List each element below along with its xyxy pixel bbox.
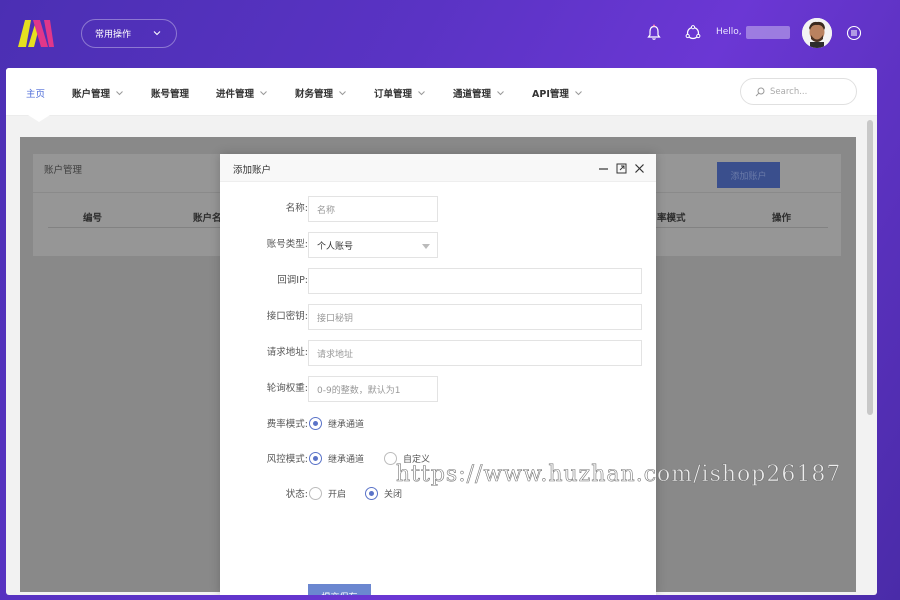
weight-label: 轮询权重: xyxy=(266,383,308,394)
column-header-id: 编号 xyxy=(83,213,103,224)
radio-label: 关闭 xyxy=(384,490,403,500)
main-card: 主页 账户管理 账号管理 进件管理 财务管理 订单管理 通道管理 API管理 S… xyxy=(6,68,877,595)
avatar-image xyxy=(802,18,832,48)
risk-mode-label: 风控模式: xyxy=(266,454,308,465)
page-scrollbar[interactable] xyxy=(867,120,873,415)
panel-title: 账户管理 xyxy=(44,165,83,176)
request-url-placeholder: 请求地址 xyxy=(317,349,354,360)
minimize-icon[interactable] xyxy=(598,163,609,174)
search-icon xyxy=(755,87,765,96)
radio-checked-icon xyxy=(365,487,378,500)
search-input[interactable]: Search... xyxy=(740,78,857,105)
nav-item-label: 账号管理 xyxy=(151,89,190,100)
chevron-down-icon xyxy=(153,31,161,36)
column-header-actions: 操作 xyxy=(772,213,792,224)
radio-label: 继承通道 xyxy=(328,420,365,430)
menu-icon[interactable] xyxy=(846,25,862,41)
name-placeholder: 名称 xyxy=(317,205,336,216)
api-secret-placeholder: 接口秘钥 xyxy=(317,313,354,324)
chevron-down-icon xyxy=(260,90,267,95)
callback-ip-input[interactable] xyxy=(308,268,642,294)
add-account-dialog: 添加账户 名称: 名称 账号类型: 个人账号 回调IP: 接口密钥: 接口秘钥 … xyxy=(220,154,656,595)
nav-item-label: API管理 xyxy=(532,89,569,100)
column-header-rate-mode: 率模式 xyxy=(657,213,686,224)
radio-checked-icon xyxy=(309,452,322,465)
name-label: 名称: xyxy=(285,203,308,214)
api-secret-label: 接口密钥: xyxy=(266,311,308,322)
nav-item-order-mgmt[interactable]: 订单管理 xyxy=(374,86,425,100)
nav-item-label: 进件管理 xyxy=(216,89,255,100)
request-url-input[interactable]: 请求地址 xyxy=(308,340,642,366)
rate-mode-inherit-radio[interactable]: 继承通道 xyxy=(309,417,364,430)
account-type-value: 个人账号 xyxy=(317,241,354,252)
nav-item-label: 订单管理 xyxy=(374,89,413,100)
greeting-text: Hello, xyxy=(716,27,742,37)
chevron-down-icon xyxy=(339,90,346,95)
nav-item-home[interactable]: 主页 xyxy=(26,86,45,100)
status-on-radio[interactable]: 开启 xyxy=(309,487,346,500)
weight-placeholder: 0-9的整数，默认为1 xyxy=(317,385,401,396)
api-secret-input[interactable]: 接口秘钥 xyxy=(308,304,642,330)
nav-item-channel-mgmt[interactable]: 通道管理 xyxy=(453,86,504,100)
bell-icon[interactable] xyxy=(645,24,663,42)
nav-item-number-mgmt[interactable]: 账号管理 xyxy=(151,86,189,100)
account-type-label: 账号类型: xyxy=(266,239,308,250)
weight-input[interactable]: 0-9的整数，默认为1 xyxy=(308,376,438,402)
nav-item-account-mgmt[interactable]: 账户管理 xyxy=(72,86,123,100)
risk-mode-inherit-radio[interactable]: 继承通道 xyxy=(309,452,364,465)
radio-label: 继承通道 xyxy=(328,455,365,465)
radio-checked-icon xyxy=(309,417,322,430)
request-url-label: 请求地址: xyxy=(266,347,308,358)
chat-icon[interactable] xyxy=(684,24,702,42)
nav-item-api-mgmt[interactable]: API管理 xyxy=(532,86,582,100)
account-type-select[interactable]: 个人账号 xyxy=(308,232,438,258)
brand-logo[interactable] xyxy=(18,20,54,47)
dialog-title: 添加账户 xyxy=(233,165,272,176)
nav-item-label: 财务管理 xyxy=(295,89,334,100)
column-header-account-name: 账户名 xyxy=(193,213,222,224)
callback-ip-label: 回调IP: xyxy=(277,275,308,286)
maximize-icon[interactable] xyxy=(616,163,627,174)
chevron-down-icon xyxy=(497,90,504,95)
nav-item-label: 通道管理 xyxy=(453,89,492,100)
quick-actions-dropdown[interactable]: 常用操作 xyxy=(81,19,177,48)
chevron-down-icon xyxy=(418,90,425,95)
active-nav-pointer xyxy=(28,115,50,122)
quick-actions-label: 常用操作 xyxy=(95,30,132,40)
rate-mode-label: 费率模式: xyxy=(266,419,308,430)
chevron-down-icon xyxy=(116,90,123,95)
close-icon[interactable] xyxy=(634,163,645,174)
main-nav: 主页 账户管理 账号管理 进件管理 财务管理 订单管理 通道管理 API管理 S… xyxy=(6,68,877,116)
add-account-button[interactable]: 添加账户 xyxy=(717,162,780,188)
dropdown-arrow-icon xyxy=(422,244,430,249)
submit-save-button[interactable]: 提交保存 xyxy=(308,584,371,595)
nav-item-finance-mgmt[interactable]: 财务管理 xyxy=(295,86,346,100)
user-avatar[interactable] xyxy=(802,18,832,48)
nav-item-label: 账户管理 xyxy=(72,89,111,100)
top-bar: 常用操作 Hello, xyxy=(0,0,900,68)
dialog-header: 添加账户 xyxy=(220,154,656,182)
radio-unchecked-icon xyxy=(309,487,322,500)
chevron-down-icon xyxy=(575,90,582,95)
username-redacted xyxy=(746,26,790,39)
nav-item-onboarding-mgmt[interactable]: 进件管理 xyxy=(216,86,267,100)
watermark-text: https://www.huzhan.com/ishop26187 xyxy=(396,462,842,488)
status-label: 状态: xyxy=(285,489,308,500)
radio-label: 开启 xyxy=(328,490,347,500)
nav-item-label: 主页 xyxy=(26,89,46,100)
status-off-radio[interactable]: 关闭 xyxy=(365,487,402,500)
name-input[interactable]: 名称 xyxy=(308,196,438,222)
search-placeholder: Search... xyxy=(770,86,808,97)
